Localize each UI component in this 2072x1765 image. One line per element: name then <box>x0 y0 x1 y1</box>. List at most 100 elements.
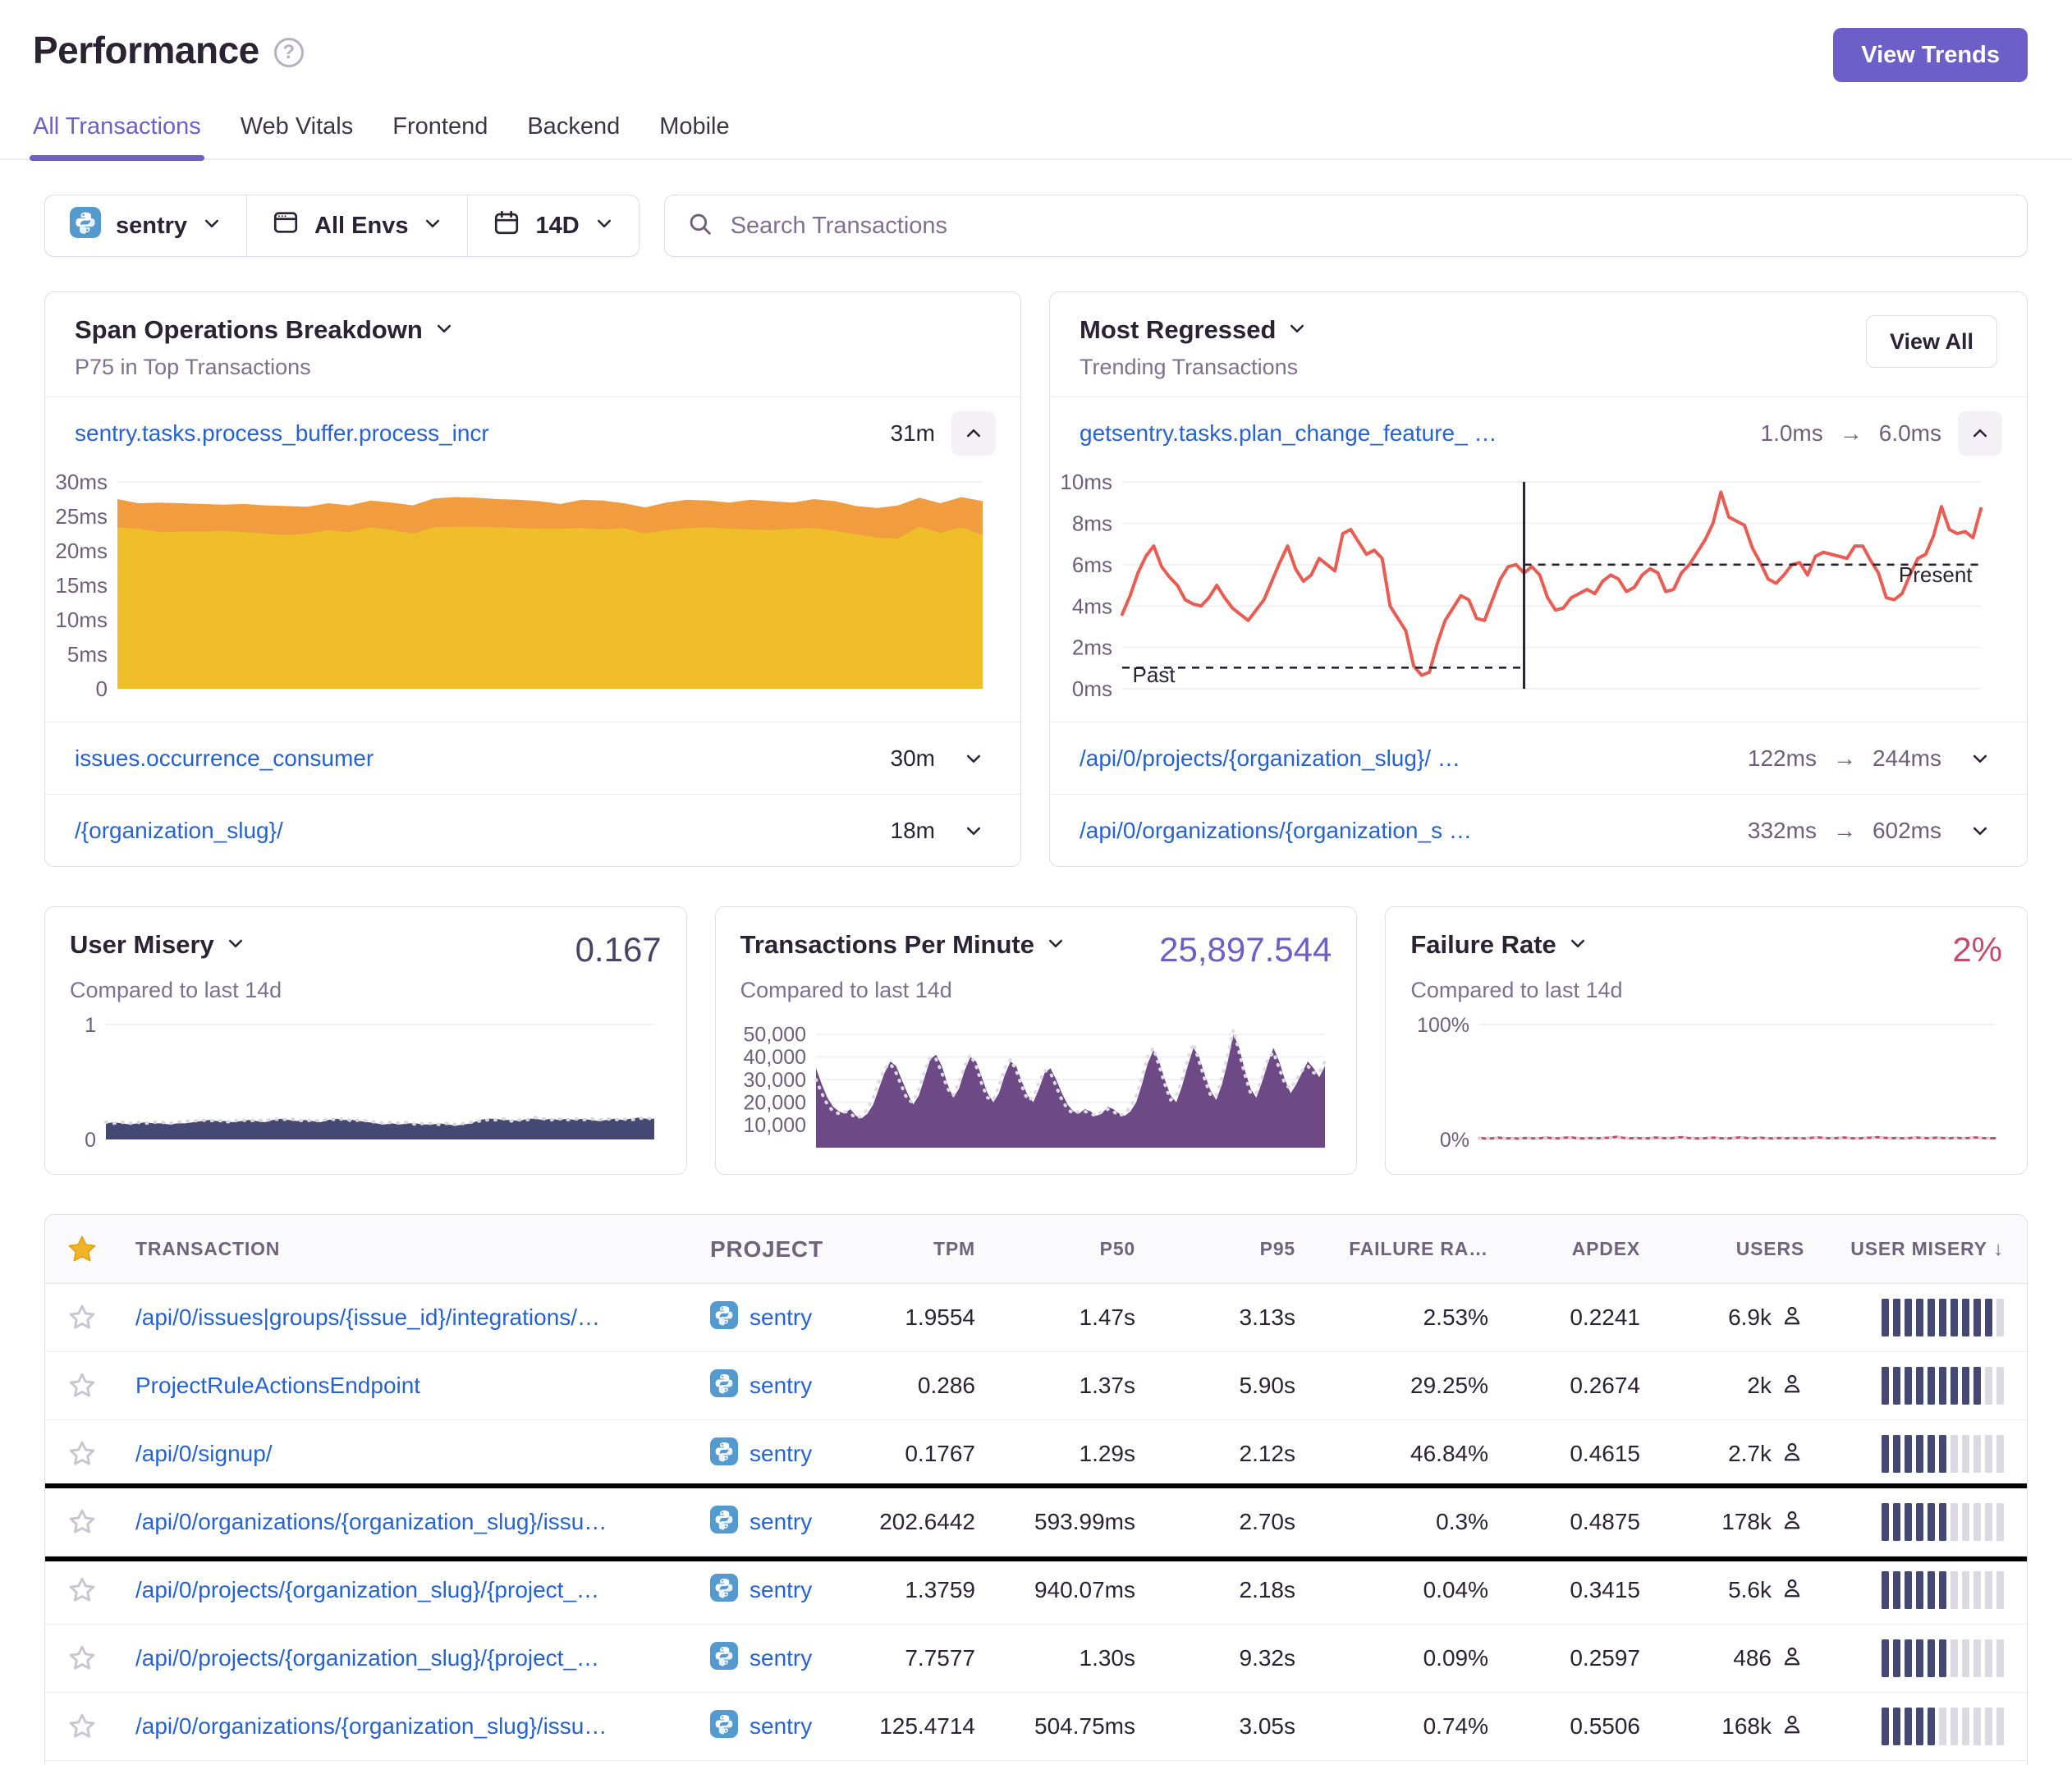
svg-text:50,000: 50,000 <box>743 1024 805 1047</box>
expand-row-button[interactable] <box>951 809 996 853</box>
failure-chart: 100%0% <box>1410 1016 2002 1158</box>
misery-bar-filled <box>1882 1367 1889 1405</box>
regression-to-value: 6.0ms <box>1879 420 1941 447</box>
star-icon[interactable] <box>45 1371 119 1401</box>
transaction-link[interactable]: /api/0/organizations/{organization_slug}… <box>135 1713 674 1740</box>
metric-value: 2% <box>1952 930 2002 970</box>
expand-row-button[interactable] <box>1958 809 2002 853</box>
star-icon[interactable] <box>45 1439 119 1469</box>
apdex-cell: 0.5506 <box>1498 1713 1650 1740</box>
card-transaction-row: /api/0/projects/{organization_slug}/ …12… <box>1050 722 2027 794</box>
column-header-apdex[interactable]: APDEX <box>1498 1238 1650 1260</box>
chevron-down-icon <box>1046 930 1066 960</box>
user-misery-bars <box>1814 1367 2027 1405</box>
column-header-failure-ra-[interactable]: FAILURE RA… <box>1305 1238 1498 1260</box>
project-link[interactable]: sentry <box>749 1304 812 1331</box>
help-icon[interactable]: ? <box>274 38 304 67</box>
transaction-link[interactable]: /api/0/issues|groups/{issue_id}/integrat… <box>135 1304 674 1331</box>
search-input[interactable] <box>731 213 2006 240</box>
transaction-cell: /api/0/signup/ <box>119 1441 694 1467</box>
misery-bar-empty <box>1985 1639 1992 1677</box>
column-header-project[interactable]: PROJECT <box>694 1236 866 1263</box>
metric-title-dropdown[interactable]: User Misery <box>70 930 245 960</box>
star-icon[interactable] <box>45 1507 119 1537</box>
svg-text:10,000: 10,000 <box>743 1114 805 1137</box>
transaction-link[interactable]: /api/0/signup/ <box>135 1441 674 1467</box>
date-range-selector[interactable]: 14D <box>467 195 638 256</box>
misery-bar-filled <box>1893 1708 1900 1745</box>
apdex-cell: 0.2241 <box>1498 1304 1650 1331</box>
svg-text:2ms: 2ms <box>1072 635 1112 660</box>
user-misery-bars <box>1814 1761 2027 1765</box>
expand-row-button[interactable] <box>951 736 996 781</box>
transaction-link[interactable]: issues.occurrence_consumer <box>75 745 871 772</box>
user-icon <box>1780 1439 1804 1469</box>
transaction-link[interactable]: /api/0/organizations/{organization_s … <box>1080 818 1728 844</box>
collapse-row-button[interactable] <box>951 411 996 456</box>
project-cell: sentry <box>694 1642 866 1676</box>
misery-bar-filled <box>1928 1571 1935 1609</box>
view-trends-button[interactable]: View Trends <box>1833 28 2028 82</box>
misery-bar-empty <box>1962 1435 1969 1473</box>
svg-text:15ms: 15ms <box>55 573 108 598</box>
tab-frontend[interactable]: Frontend <box>392 113 488 158</box>
failure-rate-cell: 0.04% <box>1305 1577 1498 1603</box>
project-link[interactable]: sentry <box>749 1441 812 1467</box>
column-header-tpm[interactable]: TPM <box>866 1238 985 1260</box>
regression-from-value: 332ms <box>1748 818 1817 844</box>
column-header-p95[interactable]: P95 <box>1145 1238 1305 1260</box>
metric-card-failure-rate: Failure Rate2%Compared to last 14d100%0% <box>1385 906 2028 1175</box>
misery-bar-empty <box>1951 1639 1958 1677</box>
misery-bar-empty <box>1973 1571 1981 1609</box>
column-header-user-misery[interactable]: USER MISERY ↓ <box>1814 1238 2027 1261</box>
project-link[interactable]: sentry <box>749 1509 812 1535</box>
column-header-users[interactable]: USERS <box>1650 1238 1814 1260</box>
users-cell: 168k <box>1650 1712 1814 1742</box>
star-icon[interactable] <box>45 1644 119 1673</box>
chevron-down-icon <box>594 213 614 240</box>
p50-cell: 1.37s <box>985 1373 1145 1399</box>
column-header-transaction[interactable]: TRANSACTION <box>119 1238 694 1260</box>
transaction-link[interactable]: /api/0/organizations/{organization_slug}… <box>135 1509 674 1535</box>
most-regressed-subtitle: Trending Transactions <box>1080 355 1307 380</box>
sort-descending-icon: ↓ <box>1987 1238 2004 1260</box>
table-row-partial <box>45 1761 2027 1765</box>
tab-all-transactions[interactable]: All Transactions <box>33 113 201 158</box>
metric-title-dropdown[interactable]: Failure Rate <box>1410 930 1587 960</box>
p95-cell: 3.13s <box>1145 1304 1305 1331</box>
tab-mobile[interactable]: Mobile <box>659 113 729 158</box>
regressed-chart: 10ms8ms6ms4ms2ms0msPastPresent <box>1050 469 2027 722</box>
star-icon[interactable] <box>45 1575 119 1605</box>
column-header-p50[interactable]: P50 <box>985 1238 1145 1260</box>
transaction-link[interactable]: getsentry.tasks.plan_change_feature_ … <box>1080 420 1741 447</box>
transaction-link[interactable]: /{organization_slug}/ <box>75 818 871 844</box>
misery-bar-empty <box>1985 1503 1992 1541</box>
transaction-link[interactable]: /api/0/projects/{organization_slug}/{pro… <box>135 1577 674 1603</box>
expand-row-button[interactable] <box>1958 736 2002 781</box>
misery-bar-filled <box>1928 1639 1935 1677</box>
tab-backend[interactable]: Backend <box>527 113 620 158</box>
view-all-button[interactable]: View All <box>1866 315 1997 368</box>
project-selector[interactable]: sentry <box>45 195 246 256</box>
transaction-link[interactable]: /api/0/projects/{organization_slug}/{pro… <box>135 1645 674 1671</box>
transaction-link[interactable]: sentry.tasks.process_buffer.process_incr <box>75 420 871 447</box>
transaction-link[interactable]: ProjectRuleActionsEndpoint <box>135 1373 674 1399</box>
project-link[interactable]: sentry <box>749 1373 812 1399</box>
span-operations-dropdown[interactable]: Span Operations Breakdown <box>75 315 454 345</box>
chevron-down-icon <box>202 213 222 240</box>
misery-bar-filled <box>1973 1299 1981 1336</box>
tab-web-vitals[interactable]: Web Vitals <box>241 113 354 158</box>
misery-bar-filled <box>1905 1367 1912 1405</box>
star-icon[interactable] <box>45 1303 119 1332</box>
environment-selector[interactable]: All Envs <box>246 195 467 256</box>
collapse-row-button[interactable] <box>1958 411 2002 456</box>
project-link[interactable]: sentry <box>749 1645 812 1671</box>
project-link[interactable]: sentry <box>749 1713 812 1740</box>
star-icon[interactable] <box>45 1712 119 1741</box>
transaction-link[interactable]: /api/0/projects/{organization_slug}/ … <box>1080 745 1728 772</box>
user-icon <box>1780 1371 1804 1401</box>
most-regressed-dropdown[interactable]: Most Regressed <box>1080 315 1307 345</box>
key-transactions-star-icon[interactable] <box>45 1233 119 1266</box>
metric-title-dropdown[interactable]: Transactions Per Minute <box>740 930 1066 960</box>
project-link[interactable]: sentry <box>749 1577 812 1603</box>
